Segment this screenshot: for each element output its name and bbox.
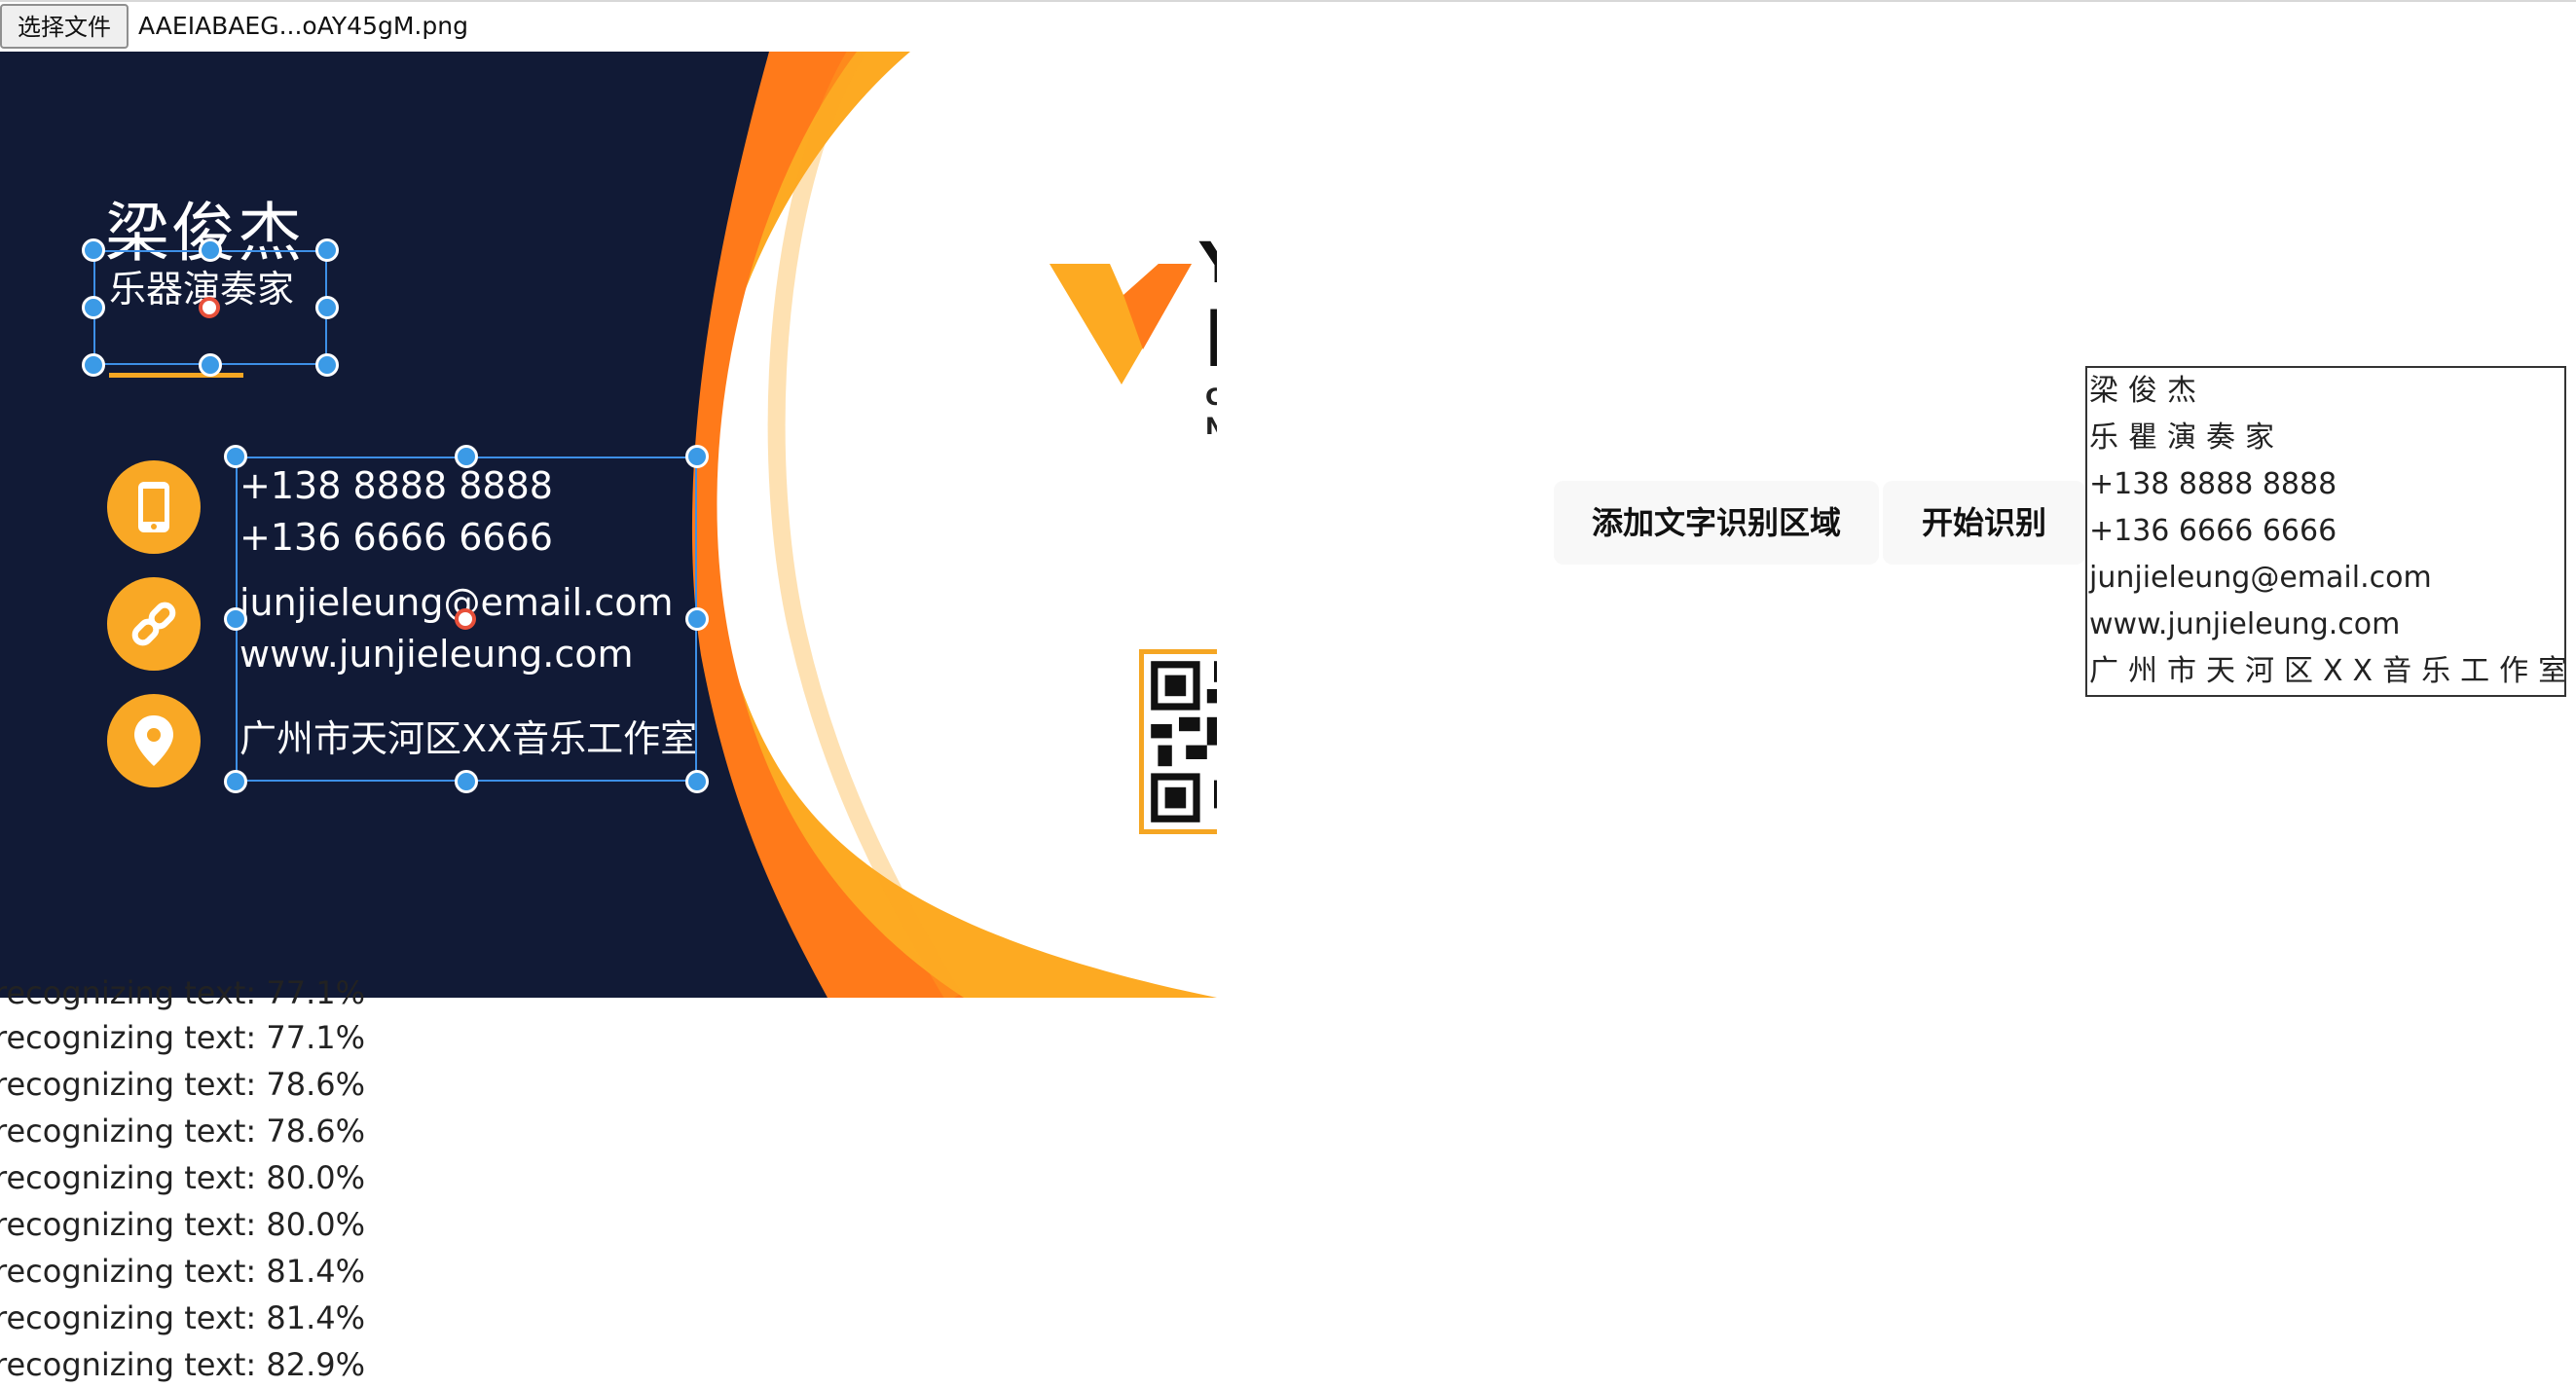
result-line: www.junjieleung.com <box>2089 607 2401 641</box>
log-line: recognizing text: 81.4% <box>0 1299 366 1336</box>
business-card-canvas[interactable]: 梁俊杰 乐器演奏家 +138 8888 8888 +136 6666 6666 … <box>0 52 1217 998</box>
resize-handle[interactable] <box>315 353 339 377</box>
move-handle[interactable] <box>199 297 220 318</box>
resize-handle[interactable] <box>685 607 709 631</box>
resize-handle[interactable] <box>224 770 247 793</box>
logo-company-name: COMPANY NAME <box>1205 384 1217 440</box>
log-line: recognizing text: 77.1% <box>0 1019 366 1056</box>
add-ocr-region-button[interactable]: 添加文字识别区域 <box>1554 481 1879 565</box>
logo-mark-icon <box>1049 264 1192 384</box>
resize-handle[interactable] <box>685 445 709 468</box>
title-underline <box>109 373 243 378</box>
file-chooser-bar: 选择文件 AAEIABAEG...oAY45gM.png <box>0 0 2576 53</box>
log-line: recognizing text: 80.0% <box>0 1206 366 1243</box>
start-recognition-button[interactable]: 开始识别 <box>1883 481 2085 565</box>
choose-file-button[interactable]: 选择文件 <box>0 4 129 49</box>
resize-handle[interactable] <box>455 770 478 793</box>
resize-handle[interactable] <box>82 353 105 377</box>
log-line: recognizing text: 77.1% <box>0 974 366 1011</box>
log-line: recognizing text: 81.4% <box>0 1253 366 1290</box>
resize-handle[interactable] <box>199 353 222 377</box>
result-line: 广州市天河区XX音乐工作室 <box>2089 654 2566 688</box>
result-line: 乐瞿演奏家 <box>2089 420 2284 455</box>
qr-code-icon <box>1139 649 1217 834</box>
resize-handle[interactable] <box>315 238 339 262</box>
resize-handle[interactable] <box>685 770 709 793</box>
log-line: recognizing text: 82.9% <box>0 1346 366 1383</box>
logo-your: YOUR <box>1199 233 1217 293</box>
resize-handle[interactable] <box>82 238 105 262</box>
move-handle[interactable] <box>455 608 476 630</box>
phone-icon <box>107 460 201 554</box>
recognition-result-box[interactable]: 梁俊杰 乐瞿演奏家 +138 8888 8888 +136 6666 6666 … <box>2085 366 2566 697</box>
log-line: recognizing text: 80.0% <box>0 1159 366 1196</box>
resize-handle[interactable] <box>224 607 247 631</box>
resize-handle[interactable] <box>455 445 478 468</box>
location-pin-icon <box>107 694 201 787</box>
result-line: +138 8888 8888 <box>2089 467 2337 501</box>
resize-handle[interactable] <box>224 445 247 468</box>
result-line: 梁俊杰 <box>2089 374 2206 408</box>
resize-handle[interactable] <box>199 238 222 262</box>
result-line: junjieleung@email.com <box>2089 561 2432 595</box>
log-line: recognizing text: 78.6% <box>0 1113 366 1150</box>
log-line: recognizing text: 78.6% <box>0 1066 366 1103</box>
resize-handle[interactable] <box>315 296 339 319</box>
selected-file-name: AAEIABAEG...oAY45gM.png <box>138 12 468 40</box>
link-icon <box>107 577 201 671</box>
result-line: +136 6666 6666 <box>2089 514 2337 548</box>
resize-handle[interactable] <box>82 296 105 319</box>
logo-logo: LOGO <box>1203 299 1217 381</box>
